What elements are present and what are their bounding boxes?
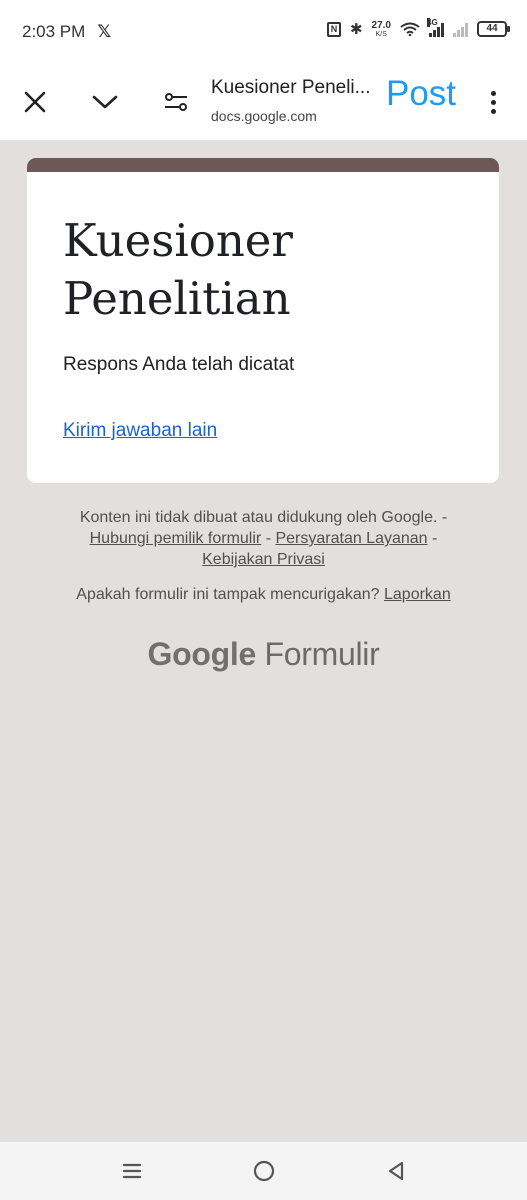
logo-product: Formulir bbox=[264, 636, 380, 672]
form-title: Kuesioner Penelitian bbox=[63, 214, 293, 325]
recents-button[interactable] bbox=[117, 1156, 147, 1186]
google-forms-logo[interactable]: Google Formulir bbox=[0, 636, 527, 673]
nfc-icon: N bbox=[326, 21, 341, 37]
response-recorded-message: Respons Anda telah dicatat bbox=[63, 354, 295, 375]
disclaimer-text: Konten ini tidak dibuat atau didukung ol… bbox=[79, 509, 448, 526]
network-label: 4G bbox=[427, 17, 438, 27]
page-domain: docs.google.com bbox=[211, 108, 317, 124]
back-icon bbox=[388, 1161, 404, 1181]
chevron-down-icon bbox=[92, 95, 118, 109]
home-button[interactable] bbox=[249, 1156, 279, 1186]
page-title: Kuesioner Peneli... bbox=[211, 77, 371, 98]
separator: - bbox=[261, 530, 276, 547]
disclaimer: Konten ini tidak dibuat atau didukung ol… bbox=[40, 507, 487, 570]
privacy-link[interactable]: Kebijakan Privasi bbox=[202, 551, 325, 568]
network-speed: 27.0 K/S bbox=[371, 19, 391, 38]
system-navigation-bar bbox=[0, 1142, 527, 1200]
form-confirmation-card: Kuesioner Penelitian Respons Anda telah … bbox=[27, 158, 499, 483]
suspicious-text: Apakah formulir ini tampak mencurigakan? bbox=[76, 586, 380, 603]
card-accent-bar bbox=[27, 158, 499, 172]
status-indicators: N ✱ 27.0 K/S 4G 44 bbox=[326, 17, 510, 38]
back-button[interactable] bbox=[381, 1156, 411, 1186]
submit-another-response-link[interactable]: Kirim jawaban lain bbox=[63, 420, 217, 442]
signal-4g-icon: 4G bbox=[427, 17, 444, 37]
minimize-button[interactable] bbox=[89, 86, 121, 118]
report-abuse: Apakah formulir ini tampak mencurigakan?… bbox=[20, 586, 507, 604]
bluetooth-icon: ✱ bbox=[349, 20, 363, 38]
speed-unit: K/S bbox=[375, 30, 387, 38]
tune-icon bbox=[165, 93, 187, 111]
more-options-button[interactable] bbox=[481, 86, 505, 118]
separator: - bbox=[427, 530, 438, 547]
menu-icon bbox=[122, 1163, 142, 1179]
more-vert-icon bbox=[490, 90, 496, 96]
wifi-icon bbox=[400, 22, 420, 36]
battery-icon: 44 bbox=[477, 21, 510, 37]
logo-google: Google bbox=[147, 636, 257, 672]
close-icon bbox=[24, 91, 46, 113]
site-settings-button[interactable] bbox=[160, 86, 192, 118]
report-link[interactable]: Laporkan bbox=[384, 586, 451, 603]
post-button[interactable]: Post bbox=[386, 74, 456, 114]
terms-link[interactable]: Persyaratan Layanan bbox=[275, 530, 427, 547]
home-icon bbox=[253, 1160, 275, 1182]
signal-sim2-icon bbox=[453, 22, 468, 37]
speed-value: 27.0 bbox=[371, 19, 391, 31]
close-button[interactable] bbox=[19, 86, 51, 118]
status-bar: 2:03 PM 𝕏 N ✱ 27.0 K/S 4G 44 bbox=[0, 0, 527, 64]
status-time: 2:03 PM bbox=[22, 22, 86, 41]
browser-toolbar: Kuesioner Peneli... docs.google.com Post bbox=[0, 64, 527, 140]
contact-owner-link[interactable]: Hubungi pemilik formulir bbox=[90, 530, 262, 547]
x-app-icon: 𝕏 bbox=[97, 22, 112, 42]
